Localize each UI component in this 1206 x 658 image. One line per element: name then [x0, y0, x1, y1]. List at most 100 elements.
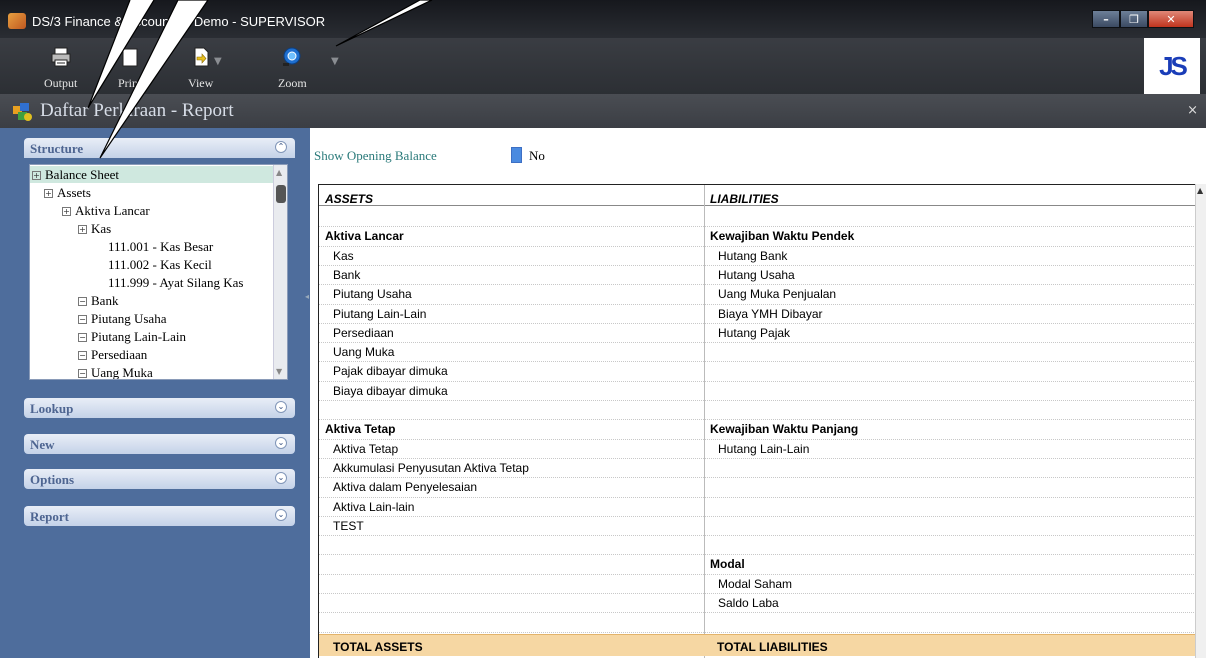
minimize-button[interactable]: – [1092, 10, 1120, 28]
scroll-down-icon[interactable]: ▼ [276, 367, 282, 376]
tree-label: Balance Sheet [45, 167, 119, 182]
print-label: Print [118, 76, 142, 90]
row-rule [319, 477, 1196, 479]
title-bar: DS/3 Finance & Accounting Demo - SUPERVI… [0, 0, 1206, 38]
panel-splitter[interactable]: ◂ [305, 292, 309, 306]
tree-item-account[interactable]: 111.999 - Ayat Silang Kas [108, 274, 243, 291]
close-window-button[interactable]: ✕ [1148, 10, 1194, 28]
liabilities-item: Modal Saham [718, 576, 793, 591]
row-rule [319, 438, 1196, 440]
tree-label: Kas [91, 221, 112, 236]
view-button[interactable]: View [188, 42, 213, 91]
section-lookup[interactable]: Lookup ⌄ [24, 398, 295, 418]
tree-label: Assets [57, 185, 91, 200]
assets-item: Aktiva dalam Penyelesaian [333, 480, 478, 495]
assets-item: TEST [333, 518, 364, 533]
collapse-icon[interactable]: − [78, 369, 87, 378]
tree-item-piutang-lain[interactable]: − Piutang Lain-Lain [78, 328, 186, 345]
tree-item-account[interactable]: 111.002 - Kas Kecil [108, 256, 212, 273]
liabilities-item: Hutang Usaha [718, 267, 795, 282]
tree-item-persediaan[interactable]: − Persediaan [78, 346, 147, 363]
row-rule [319, 322, 1196, 324]
assets-item: Piutang Usaha [333, 287, 412, 302]
zoom-icon [283, 47, 301, 66]
restore-button[interactable]: ❐ [1120, 10, 1148, 28]
opening-balance-label: Show Opening Balance [314, 148, 437, 163]
row-rule [319, 342, 1196, 344]
view-dropdown-icon[interactable]: ▼ [214, 56, 222, 67]
view-label: View [188, 76, 214, 90]
tree-label: Bank [91, 293, 119, 308]
tree-item-piutang-usaha[interactable]: − Piutang Usaha [78, 310, 166, 327]
row-rule [319, 535, 1196, 537]
section-report[interactable]: Report ⌄ [24, 506, 295, 526]
section-structure[interactable]: Structure ⌃ [24, 138, 295, 158]
print-button[interactable]: Print [118, 42, 141, 91]
header-rule [319, 205, 1196, 206]
column-divider [704, 185, 705, 658]
assets-item: Aktiva Tetap [333, 441, 399, 456]
tree-item-assets[interactable]: + Assets [44, 184, 91, 201]
scroll-thumb[interactable] [276, 185, 286, 203]
report-scrollbar[interactable]: ▲ [1195, 184, 1206, 658]
expand-icon[interactable]: + [32, 171, 41, 180]
tree-label: Piutang Lain-Lain [91, 329, 186, 344]
liabilities-item: Hutang Pajak [718, 325, 791, 340]
liabilities-group: Kewajiban Waktu Pendek [710, 229, 855, 244]
section-options[interactable]: Options ⌄ [24, 469, 295, 489]
chevron-down-icon[interactable]: ⌄ [275, 437, 287, 449]
row-rule [319, 593, 1196, 594]
assets-group: Aktiva Lancar [325, 229, 404, 244]
expand-icon[interactable]: + [78, 225, 87, 234]
row-rule [319, 419, 1196, 421]
row-rule [319, 612, 1196, 614]
section-label: Structure [30, 141, 84, 156]
tree-item-aktiva-lancar[interactable]: + Aktiva Lancar [62, 202, 150, 219]
liabilities-group: Modal [710, 557, 745, 572]
tree-label: Piutang Usaha [91, 311, 167, 326]
output-button[interactable]: Output [44, 42, 77, 91]
scroll-up-icon[interactable]: ▲ [276, 168, 282, 177]
collapse-icon[interactable]: − [78, 351, 87, 360]
row-rule [319, 245, 1196, 247]
collapse-icon[interactable]: − [78, 297, 87, 306]
tree-item-bank[interactable]: − Bank [78, 292, 118, 309]
report-icon [13, 103, 32, 121]
tree-item-account[interactable]: 111.001 - Kas Besar [108, 238, 213, 255]
chevron-down-icon[interactable]: ⌄ [275, 472, 287, 484]
assets-item: Uang Muka [333, 345, 395, 360]
chevron-up-icon[interactable]: ⌃ [275, 141, 287, 153]
tree-item-balance-sheet[interactable]: + Balance Sheet [30, 166, 273, 183]
close-report-icon[interactable]: × [1187, 103, 1198, 118]
collapse-icon[interactable]: − [78, 315, 87, 324]
section-label: Report [30, 509, 69, 524]
main-area: Show Opening Balance No ASSETS LIABILITI… [310, 128, 1206, 658]
tree-label: Persediaan [91, 347, 148, 362]
expand-icon[interactable]: + [44, 189, 53, 198]
total-liabilities-label: TOTAL LIABILITIES [717, 640, 828, 654]
chevron-down-icon[interactable]: ⌄ [275, 401, 287, 413]
tree-scrollbar[interactable]: ▲ ▼ [273, 165, 287, 379]
scroll-up-icon[interactable]: ▲ [1197, 186, 1203, 195]
row-rule [319, 303, 1196, 305]
section-new[interactable]: New ⌄ [24, 434, 295, 454]
zoom-button[interactable]: Zoom [278, 42, 307, 91]
row-rule [319, 284, 1196, 286]
collapse-icon[interactable]: − [78, 333, 87, 342]
liabilities-item: Uang Muka Penjualan [718, 287, 837, 302]
zoom-label: Zoom [278, 76, 307, 90]
total-assets-label: TOTAL ASSETS [333, 640, 423, 654]
assets-group: Aktiva Tetap [325, 422, 396, 437]
section-label: Options [30, 472, 75, 487]
tree-item-uang-muka[interactable]: − Uang Muka [78, 364, 153, 379]
zoom-dropdown-icon[interactable]: ▼ [331, 56, 339, 67]
tree-label: Aktiva Lancar [75, 203, 150, 218]
expand-icon[interactable]: + [62, 207, 71, 216]
row-rule [319, 631, 1196, 633]
opening-balance-toggle[interactable] [511, 147, 522, 163]
chevron-down-icon[interactable]: ⌄ [275, 509, 287, 521]
tree-item-kas[interactable]: + Kas [78, 220, 111, 237]
report-title: Daftar Perkiraan - Report [40, 100, 234, 121]
window-controls: – ❐ ✕ [1092, 10, 1194, 28]
report-header: Daftar Perkiraan - Report × [0, 94, 1206, 128]
